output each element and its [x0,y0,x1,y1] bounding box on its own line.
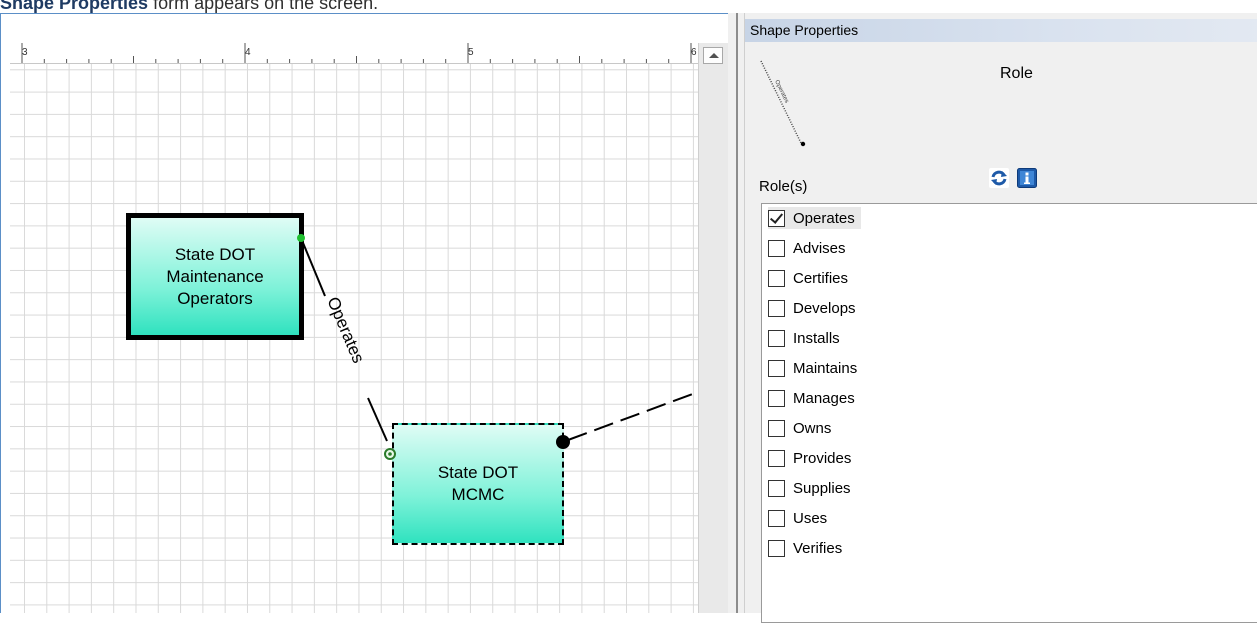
role-heading: Role [1000,65,1033,82]
refresh-button[interactable] [989,168,1009,188]
role-label: Operates [793,209,855,227]
role-checkbox[interactable] [768,389,785,407]
role-item-operates[interactable]: Operates [768,207,861,229]
caption-bold: Shape Properties [0,0,149,13]
role-label: Uses [793,509,828,527]
role-checkbox[interactable] [768,209,785,227]
shape-b-line-2: MCMC [451,485,505,504]
horizontal-ruler: 3 4 5 6 [10,43,698,64]
role-label: Maintains [793,359,858,377]
role-checkbox[interactable] [768,479,785,497]
shape-state-dot-maintenance-operators[interactable]: State DOT Maintenance Operators [126,213,304,340]
role-item-installs[interactable]: Installs [768,327,846,349]
role-label: Certifies [793,269,849,287]
role-checkbox[interactable] [768,239,785,257]
role-checklist: Operates Advises Certifies Develops Inst… [761,203,1257,623]
role-item-owns[interactable]: Owns [768,417,837,439]
panel-body: Shape Properties Operates Role Role(s) O… [744,13,1257,623]
role-item-certifies[interactable]: Certifies [768,267,854,289]
info-button[interactable] [1017,168,1037,188]
shape-properties-panel: Shape Properties Operates Role Role(s) O… [736,13,1257,623]
role-item-develops[interactable]: Develops [768,297,862,319]
info-icon [1017,168,1037,188]
role-item-supplies[interactable]: Supplies [768,477,857,499]
role-label: Supplies [793,479,851,497]
vertical-scrollbar[interactable] [698,43,729,613]
role-checkbox[interactable] [768,539,785,557]
document-caption: Shape Properties form appears on the scr… [0,0,378,13]
shape-a-line-3: Operators [177,288,253,308]
role-checkbox[interactable] [768,509,785,527]
roles-label: Role(s) [759,178,808,195]
role-preview: Operates [760,60,806,147]
role-label: Installs [793,329,840,347]
role-item-provides[interactable]: Provides [768,447,857,469]
role-checkbox[interactable] [768,359,785,377]
shape-a-line-2: Maintenance [166,266,264,286]
splitter[interactable] [728,13,736,613]
ruler-mark-6: 6 [691,47,697,58]
role-label: Owns [793,419,832,437]
ruler-mark-4: 4 [245,47,251,58]
shape-b-line-1: State DOT [437,463,519,482]
preview-label: Operates [773,79,789,104]
ruler-mark-5: 5 [468,47,474,58]
role-label: Develops [793,299,856,317]
refresh-icon [989,168,1009,188]
panel-title: Shape Properties [745,19,1257,42]
role-checkbox[interactable] [768,299,785,317]
preview-end-point [800,141,806,147]
role-checkbox[interactable] [768,269,785,287]
preview-connector [760,60,802,144]
role-item-verifies[interactable]: Verifies [768,537,848,559]
role-label: Provides [793,449,852,467]
role-label: Verifies [793,539,843,557]
chevron-up-icon[interactable] [703,47,723,64]
role-item-uses[interactable]: Uses [768,507,833,529]
role-item-advises[interactable]: Advises [768,237,852,259]
ruler-mark-3: 3 [22,47,28,58]
role-item-maintains[interactable]: Maintains [768,357,863,379]
role-item-manages[interactable]: Manages [768,387,861,409]
role-label: Manages [793,389,855,407]
shape-state-dot-mcmc[interactable]: State DOT MCMC [392,423,564,545]
role-checkbox[interactable] [768,419,785,437]
caption-rest: form appears on the screen. [148,0,379,13]
drawing-canvas[interactable] [10,43,698,613]
role-checkbox[interactable] [768,329,785,347]
role-checkbox[interactable] [768,449,785,467]
role-label: Advises [793,239,846,257]
shape-a-line-1: State DOT [174,244,256,264]
ruler-ticks: 3 4 5 6 [21,43,697,63]
